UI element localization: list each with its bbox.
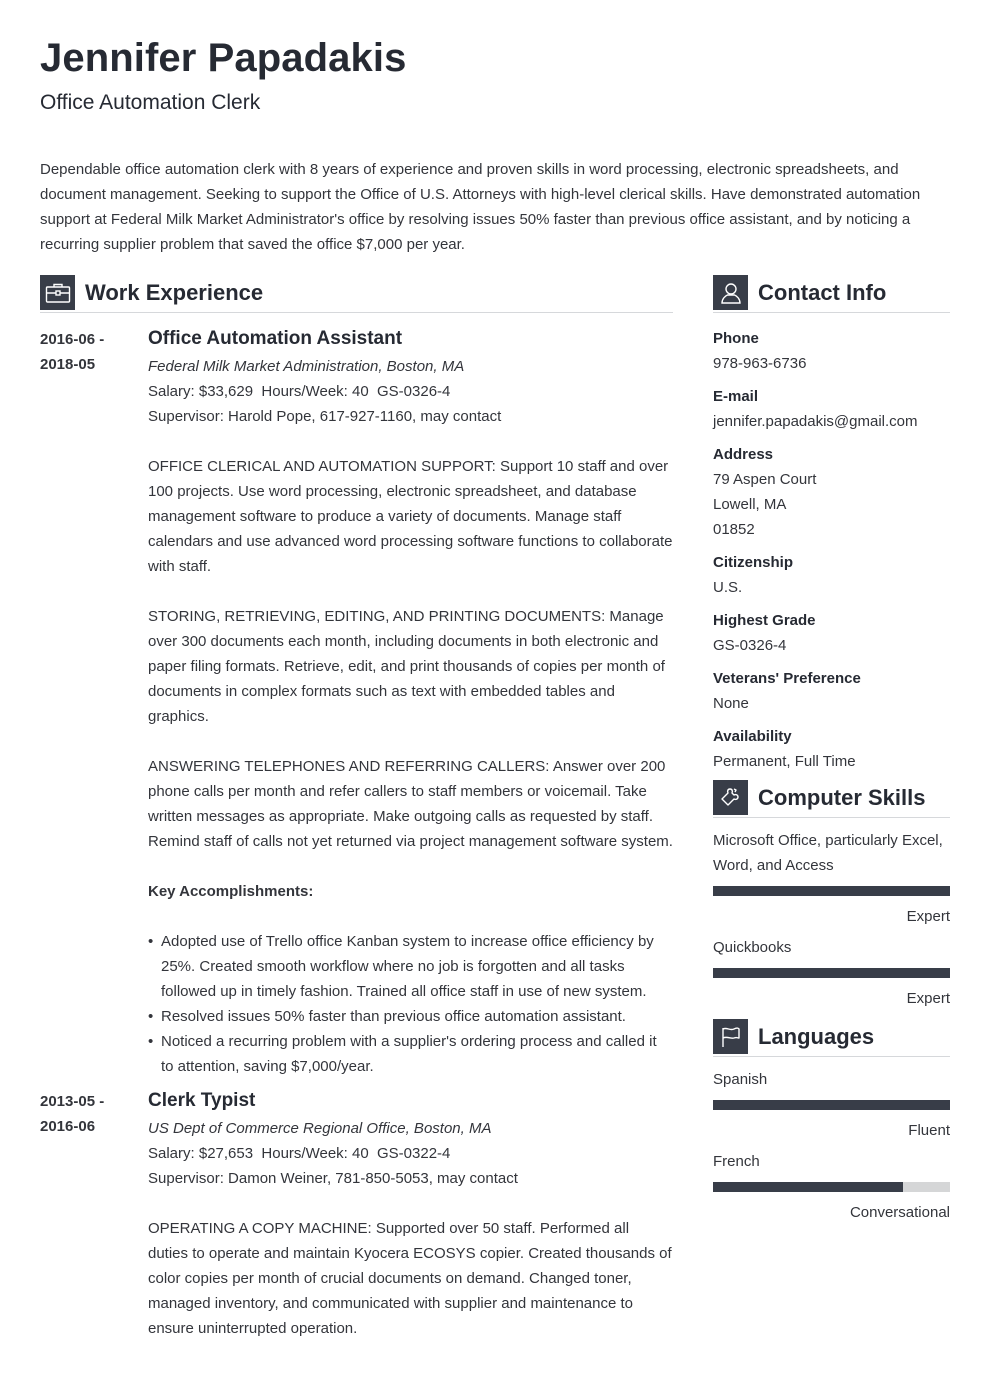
job-body: Office Automation Assistant Federal Milk… [148,327,673,1079]
contact-value: Lowell, MA [713,496,787,513]
language-level-fill [713,1100,950,1110]
contact-availability: Availability Permanent, Full Time [713,724,950,774]
skill-name: Microsoft Office, particularly Excel, Wo… [713,832,943,874]
job-organization: US Dept of Commerce Regional Office, Bos… [148,1120,492,1137]
contact-value: GS-0326-4 [713,637,787,654]
job-date-end: 2016-06 [40,1118,96,1135]
contact-info-header: Contact Info [713,275,950,313]
contact-value: Permanent, Full Time [713,753,856,770]
contact-highest-grade: Highest Grade GS-0326-4 [713,608,950,658]
skill-level-fill [713,886,950,896]
job-duty: STORING, RETRIEVING, EDITING, AND PRINTI… [148,608,665,725]
summary: Dependable office automation clerk with … [40,161,921,253]
skill-name: Quickbooks [713,939,792,956]
contact-info-heading: Contact Info [758,279,887,305]
job-entry: 2016-06 - 2018-05 Office Automation Assi… [40,327,673,1079]
work-experience-section: Work Experience 2016-06 - 2018-05 Office… [40,275,673,1341]
computer-skills-heading: Computer Skills [758,784,926,810]
contact-label: Veterans' Preference [713,670,861,687]
accomplishments-label: Key Accomplishments: [148,883,314,900]
contact-value: U.S. [713,579,743,596]
contact-fields: Phone 978-963-6736 E-mail jennifer.papad… [713,326,950,774]
language-level-fill [713,1182,903,1192]
contact-value: 978-963-6736 [713,355,807,372]
candidate-name: Jennifer Papadakis [40,36,407,80]
contact-label: Availability [713,728,792,745]
language-name: French [713,1153,760,1170]
language-level: Conversational [849,1204,950,1221]
contact-veterans-preference: Veterans' Preference None [713,666,950,716]
skill-item: Microsoft Office, particularly Excel, Wo… [713,828,950,929]
language-item: Spanish Fluent [713,1067,950,1143]
contact-value: 01852 [713,521,755,538]
puzzle-icon [713,780,748,815]
job-dates: 2016-06 - 2018-05 [40,327,148,1079]
job-entry: 2013-05 - 2016-06 Clerk Typist US Dept o… [40,1089,673,1341]
contact-citizenship: Citizenship U.S. [713,550,950,600]
contact-email: E-mail jennifer.papadakis@gmail.com [713,384,950,434]
language-level-bar [713,1100,950,1110]
job-role: Office Automation Assistant [148,328,403,349]
job-title: Office Automation Clerk [40,91,261,114]
skill-level-bar [713,968,950,978]
job-salary: Salary: $27,653 Hours/Week: 40 GS-0322-4 [148,1145,451,1162]
contact-label: Highest Grade [713,612,816,629]
contact-label: E-mail [713,388,759,405]
contact-label: Address [713,446,774,463]
contact-label: Phone [713,330,759,347]
job-dates: 2013-05 - 2016-06 [40,1089,148,1341]
contact-label: Citizenship [713,554,794,571]
language-level-bar [713,1182,950,1192]
accomplishment-item: Resolved issues 50% faster than previous… [148,1004,673,1029]
language-level: Fluent [908,1122,950,1139]
work-experience-header: Work Experience [40,275,673,313]
contact-value: None [713,695,749,712]
languages-heading: Languages [758,1023,875,1049]
job-organization: Federal Milk Market Administration, Bost… [148,358,465,375]
job-duty: ANSWERING TELEPHONES AND REFERRING CALLE… [148,758,673,850]
language-name: Spanish [713,1071,768,1088]
job-supervisor: Supervisor: Harold Pope, 617-927-1160, m… [148,408,502,425]
job-duty: OPERATING A COPY MACHINE: Supported over… [148,1220,672,1337]
languages-header: Languages [713,1019,950,1057]
language-item: French Conversational [713,1149,950,1225]
work-experience-heading: Work Experience [85,279,264,305]
user-icon [713,275,748,310]
contact-value: 79 Aspen Court [713,471,817,488]
job-role: Clerk Typist [148,1090,256,1111]
computer-skills-header: Computer Skills [713,780,950,818]
skill-level: Expert [906,990,950,1007]
skill-item: Quickbooks Expert [713,935,950,1011]
contact-value: jennifer.papadakis@gmail.com [713,413,918,430]
languages-list: Spanish Fluent French Conversational [713,1067,950,1225]
skill-level: Expert [906,908,950,925]
job-body: Clerk Typist US Dept of Commerce Regiona… [148,1089,673,1341]
job-supervisor: Supervisor: Damon Weiner, 781-850-5053, … [148,1170,518,1187]
briefcase-icon [40,275,75,310]
job-date-start: 2013-05 - [40,1093,105,1110]
job-duty: OFFICE CLERICAL AND AUTOMATION SUPPORT: … [148,458,673,575]
accomplishment-item: Adopted use of Trello office Kanban syst… [148,929,673,1004]
skill-level-bar [713,886,950,896]
job-date-end: 2018-05 [40,356,96,373]
accomplishments-list: Adopted use of Trello office Kanban syst… [148,929,673,1079]
contact-address: Address 79 Aspen Court Lowell, MA 01852 [713,442,950,542]
skill-level-fill [713,968,950,978]
skills-list: Microsoft Office, particularly Excel, Wo… [713,828,950,1011]
job-date-start: 2016-06 - [40,331,105,348]
accomplishment-item: Noticed a recurring problem with a suppl… [148,1029,673,1079]
job-salary: Salary: $33,629 Hours/Week: 40 GS-0326-4 [148,383,451,400]
flag-icon [713,1019,748,1054]
sidebar: Contact Info Phone 978-963-6736 E-mail j… [713,275,950,1225]
contact-phone: Phone 978-963-6736 [713,326,950,376]
